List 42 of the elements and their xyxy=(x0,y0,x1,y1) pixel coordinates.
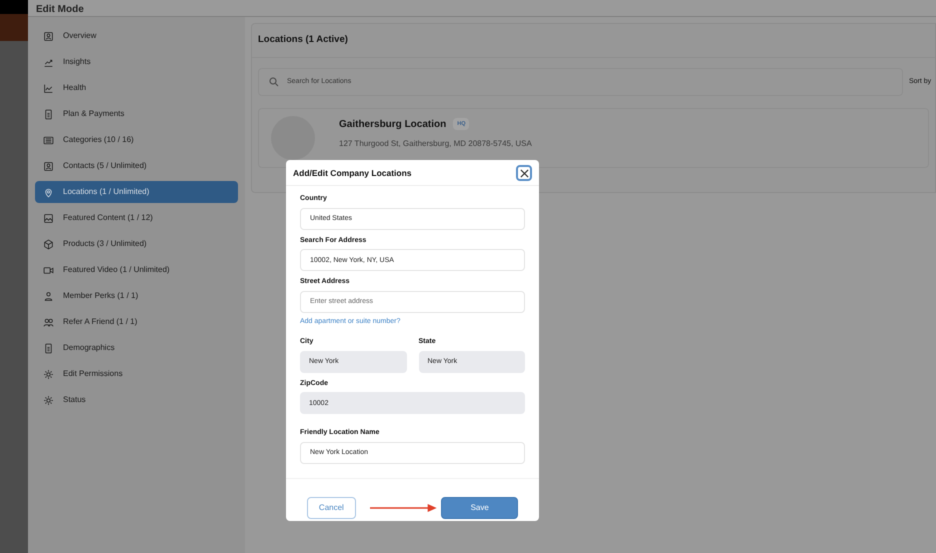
people-icon xyxy=(43,316,54,328)
document-icon xyxy=(43,108,54,120)
cube-icon xyxy=(43,238,54,250)
section-heading: Locations (1 Active) xyxy=(258,33,348,48)
line-chart-icon xyxy=(43,82,54,94)
sidebar-item[interactable]: Locations (1 / Unlimited) xyxy=(35,181,238,203)
close-button[interactable] xyxy=(516,165,532,181)
brand-strip xyxy=(0,14,28,41)
search-icon xyxy=(269,77,279,87)
location-pin-icon xyxy=(43,186,54,198)
close-icon xyxy=(520,168,528,178)
save-button[interactable]: Save xyxy=(441,496,518,518)
sidebar-item[interactable]: Products (3 / Unlimited) xyxy=(35,233,238,255)
gear-icon xyxy=(43,368,54,380)
dialog-title: Add/Edit Company Locations xyxy=(293,166,412,180)
id-card-icon xyxy=(43,30,54,42)
document-icon xyxy=(43,342,54,354)
sidebar-item[interactable]: Overview xyxy=(35,25,238,47)
sidebar-item[interactable]: Plan & Payments xyxy=(35,103,238,125)
location-address: 127 Thurgood St, Gaithersburg, MD 20878-5745, USA xyxy=(339,138,532,150)
sidebar-item[interactable]: Status xyxy=(35,389,238,411)
image-icon xyxy=(43,212,54,224)
sidebar-item[interactable]: Health xyxy=(35,77,238,99)
sidebar-item[interactable]: Featured Content (1 / 12) xyxy=(35,207,238,229)
sidebar-item[interactable]: Featured Video (1 / Unlimited) xyxy=(35,259,238,281)
sidebar-item[interactable]: Member Perks (1 / 1) xyxy=(35,285,238,307)
list-icon xyxy=(43,134,54,146)
map-thumbnail xyxy=(271,116,315,160)
sidebar-item[interactable]: Demographics xyxy=(35,337,238,359)
video-camera-icon xyxy=(43,264,54,276)
sidebar-item[interactable]: Contacts (5 / Unlimited) xyxy=(35,155,238,177)
page-title: Edit Mode xyxy=(36,4,84,16)
sidebar-item[interactable]: Refer A Friend (1 / 1) xyxy=(35,311,238,333)
location-name: Gaithersburg Location xyxy=(339,118,446,132)
top-strip xyxy=(0,0,28,14)
gear-icon xyxy=(43,394,54,406)
sidebar-item[interactable]: Insights xyxy=(35,51,238,73)
sidebar-item[interactable]: Categories (10 / 16) xyxy=(35,129,238,151)
person-icon xyxy=(43,290,54,302)
cancel-button[interactable]: Cancel xyxy=(307,496,356,518)
sidebar-item[interactable]: Edit Permissions xyxy=(35,363,238,385)
id-card-icon xyxy=(43,160,54,172)
